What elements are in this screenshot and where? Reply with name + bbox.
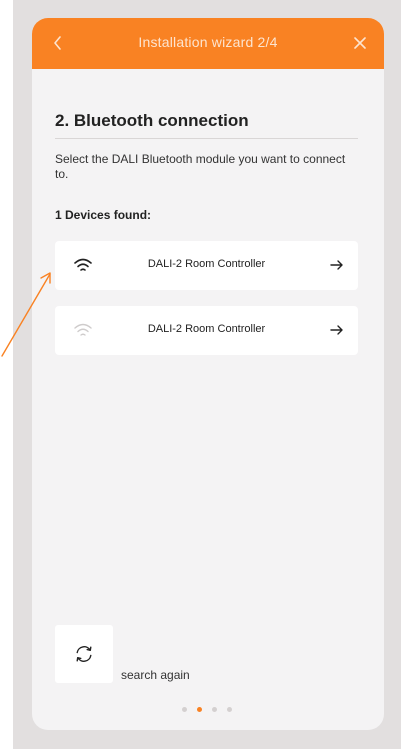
device-name: DALI-2 Room Controller — [147, 258, 266, 270]
pagination-dots — [182, 707, 234, 713]
wizard-title: Installation wizard 2/4 — [138, 34, 278, 50]
annotation-arrow — [1, 272, 51, 357]
wizard-card: Installation wizard 2/4 2. Bluetooth con… — [32, 18, 384, 730]
divider — [55, 138, 358, 139]
device-name: DALI-2 Room Controller — [147, 323, 266, 335]
devices-found-label: 1 Devices found: — [55, 208, 152, 222]
wizard-header: Installation wizard 2/4 — [32, 18, 384, 69]
search-again-label[interactable]: search again — [121, 668, 190, 682]
close-button[interactable] — [348, 31, 372, 55]
page-dot — [212, 707, 217, 712]
device-item[interactable]: DALI-2 Room Controller — [55, 241, 358, 290]
section-description: Select the DALI Bluetooth module you wan… — [55, 152, 346, 181]
section-title: 2. Bluetooth connection — [55, 111, 249, 130]
page-dot — [227, 707, 232, 712]
page-dot-active — [197, 707, 202, 712]
search-again-button[interactable] — [55, 625, 113, 683]
close-icon — [354, 37, 366, 49]
page-dot — [182, 707, 187, 712]
refresh-icon — [76, 646, 92, 662]
arrow-right-icon — [330, 325, 343, 335]
arrow-right-icon — [330, 260, 343, 270]
device-item[interactable]: DALI-2 Room Controller — [55, 306, 358, 355]
